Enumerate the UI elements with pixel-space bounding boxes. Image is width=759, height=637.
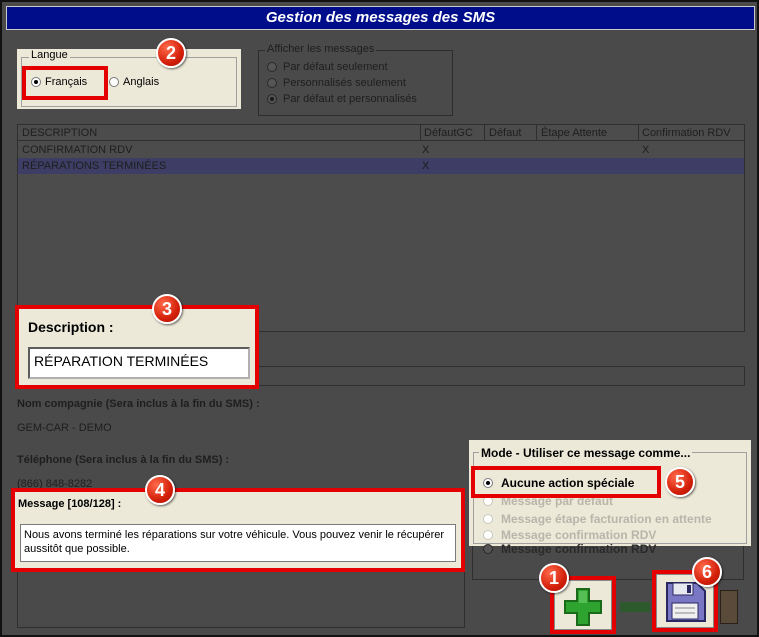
radio-label: Par défaut seulement — [283, 61, 388, 73]
radio-label: Personnalisés seulement — [283, 77, 406, 89]
sms-messages-window: Gestion des messages des SMS Afficher le… — [0, 0, 759, 637]
column-divider — [536, 125, 537, 141]
cell-description: RÉPARATIONS TERMINÉES — [22, 160, 167, 172]
step-badge-3: 3 — [152, 294, 182, 324]
radio-custom-only[interactable]: Personnalisés seulement — [267, 77, 406, 89]
messages-table: DESCRIPTION DéfautGC Défaut Étape Attent… — [17, 124, 745, 332]
highlight-no-special-action — [471, 466, 661, 498]
radio-label: Message confirmation RDV — [501, 528, 657, 542]
company-name-label: Nom compagnie (Sera inclus à la fin du S… — [17, 398, 260, 410]
radio-billing-pending-message[interactable]: Message étape facturation en attente — [483, 512, 712, 526]
cell-confirmation: X — [642, 144, 650, 156]
cell-description: CONFIRMATION RDV — [22, 144, 133, 156]
col-defaut[interactable]: Défaut — [489, 127, 521, 139]
radio-english[interactable]: Anglais — [109, 76, 159, 88]
step-badge-4: 4 — [145, 475, 175, 505]
radio-circle[interactable] — [267, 78, 277, 88]
phone-label: Téléphone (Sera inclus à la fin du SMS) … — [17, 454, 230, 466]
highlight-message — [11, 488, 465, 572]
display-filter-group: Afficher les messages Par défaut seuleme… — [258, 43, 453, 116]
radio-label: Message confirmation RDV — [501, 542, 657, 556]
table-header: DESCRIPTION DéfautGC Défaut Étape Attent… — [18, 125, 744, 141]
radio-circle[interactable] — [267, 94, 277, 104]
col-etape-attente[interactable]: Étape Attente — [541, 127, 607, 139]
highlight-description — [15, 305, 259, 389]
company-name-value: GEM-CAR - DEMO — [17, 422, 112, 434]
radio-label: Message étape facturation en attente — [501, 512, 712, 526]
trash-icon[interactable] — [720, 590, 738, 624]
col-confirmation-rdv[interactable]: Confirmation RDV — [642, 127, 731, 139]
step-badge-1: 1 — [539, 563, 569, 593]
column-divider — [420, 125, 421, 141]
step-badge-2: 2 — [156, 38, 186, 68]
cell-defautgc: X — [422, 160, 430, 172]
radio-circle[interactable] — [267, 62, 277, 72]
window-title: Gestion des messages des SMS — [6, 6, 755, 30]
step-badge-5: 5 — [665, 467, 695, 497]
radio-appointment-confirmation-message[interactable]: Message confirmation RDV — [483, 528, 656, 542]
col-description[interactable]: DESCRIPTION — [22, 127, 97, 139]
column-divider — [484, 125, 485, 141]
radio-default-only[interactable]: Par défaut seulement — [267, 61, 388, 73]
table-row[interactable]: CONFIRMATION RDV X X — [18, 142, 744, 158]
highlight-french — [22, 66, 108, 100]
column-divider — [638, 125, 639, 141]
radio-circle[interactable] — [483, 544, 493, 554]
radio-label: Par défaut et personnalisés — [283, 93, 417, 105]
minus-icon[interactable] — [620, 602, 650, 612]
step-badge-6: 6 — [692, 557, 722, 587]
radio-appointment-confirmation-dimmed[interactable]: Message confirmation RDV — [483, 542, 656, 556]
radio-circle[interactable] — [483, 530, 493, 540]
display-filter-legend: Afficher les messages — [265, 43, 377, 55]
radio-circle[interactable] — [483, 514, 493, 524]
radio-default-and-custom[interactable]: Par défaut et personnalisés — [267, 93, 417, 105]
table-row[interactable]: RÉPARATIONS TERMINÉES X — [18, 158, 744, 174]
cell-defautgc: X — [422, 144, 430, 156]
mode-legend: Mode - Utiliser ce message comme... — [479, 446, 693, 460]
radio-label: Anglais — [123, 76, 160, 88]
col-defautgc[interactable]: DéfautGC — [424, 127, 473, 139]
radio-circle[interactable] — [109, 77, 119, 87]
language-legend: Langue — [29, 49, 70, 61]
